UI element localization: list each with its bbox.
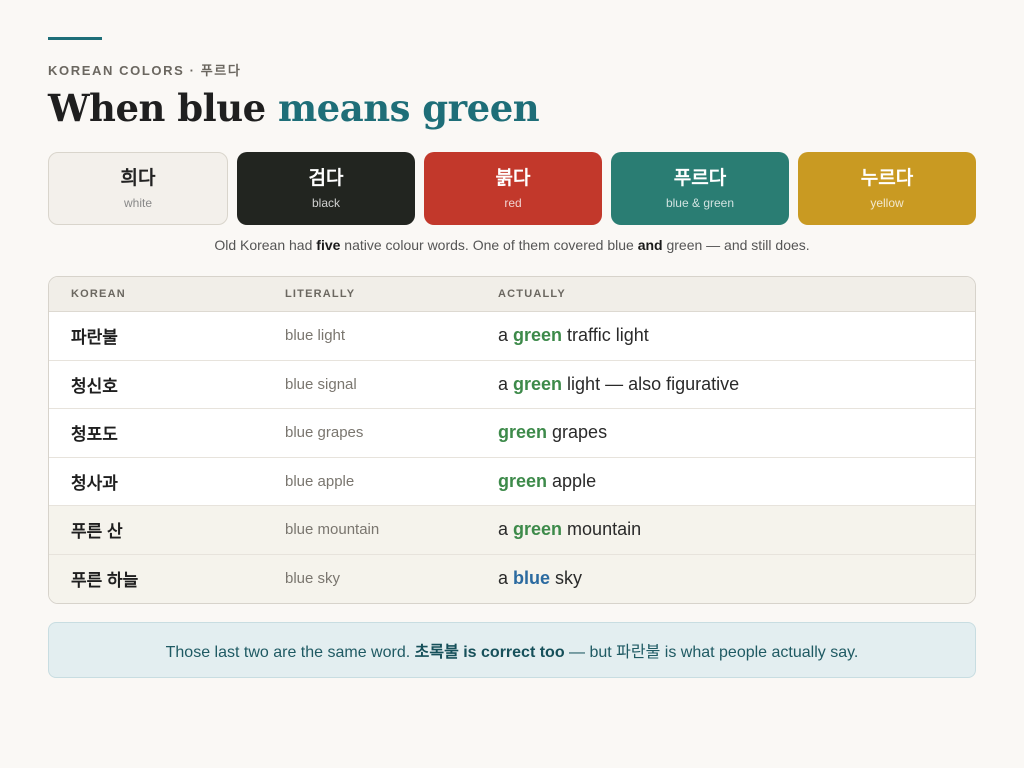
color-swatches: 희다 white 검다 black 붉다 red 푸르다 blue & gree… bbox=[48, 152, 976, 225]
swatch-english: black bbox=[311, 196, 340, 210]
actual-pre: a bbox=[498, 373, 514, 394]
literal-meaning: blue mountain bbox=[285, 521, 380, 539]
actual-meaning: green apple bbox=[498, 471, 975, 492]
korean-term: 푸른 산 bbox=[71, 522, 123, 542]
swatch-blue-green: 푸르다 blue & green bbox=[611, 152, 789, 225]
kicker: KOREAN COLORS · 푸르다 bbox=[48, 63, 242, 78]
table-row: 푸른 하늘 blue sky a blue sky bbox=[49, 554, 975, 603]
table-body: 파란불 blue light a green traffic light 청신호 blu… bbox=[49, 312, 975, 603]
color-word: green bbox=[513, 519, 563, 540]
korean-term: 청신호 bbox=[71, 376, 118, 396]
table-row: 파란불 blue light a green traffic light bbox=[49, 312, 975, 361]
color-word: green bbox=[513, 325, 563, 346]
color-word: green bbox=[498, 422, 548, 443]
swatch-korean: 검다 bbox=[308, 168, 344, 189]
table-header: KOREAN LITERALLY ACTUALLY bbox=[49, 277, 975, 312]
caption-text: Old Korean had bbox=[214, 237, 317, 253]
swatch-english: blue & green bbox=[665, 196, 735, 210]
actual-pre: a bbox=[498, 568, 514, 589]
literal-meaning: blue signal bbox=[285, 375, 357, 393]
column-header-korean: KOREAN bbox=[71, 288, 126, 300]
note-text: — but 파란불 is what people actually say. bbox=[564, 644, 859, 661]
swatch-english: red bbox=[504, 196, 522, 210]
color-word: green bbox=[498, 470, 548, 491]
accent-rule bbox=[48, 37, 102, 40]
literal-meaning: blue grapes bbox=[285, 424, 364, 442]
actual-meaning: a green light — also figurative bbox=[498, 374, 975, 395]
footnote-callout: Those last two are the same word. 초록불 is… bbox=[48, 622, 976, 678]
swatch-white: 희다 white bbox=[48, 152, 228, 225]
table-row: 푸른 산 blue mountain a green mountain bbox=[49, 506, 975, 555]
korean-term: 청포도 bbox=[71, 425, 118, 445]
korean-term: 푸른 하늘 bbox=[71, 571, 139, 591]
swatch-korean: 푸르다 bbox=[673, 168, 727, 189]
korean-term: 파란불 bbox=[71, 328, 118, 348]
actual-post: light — also figurative bbox=[562, 373, 740, 394]
caption-text: native colour words. One of them covered… bbox=[340, 237, 638, 253]
column-header-actually: ACTUALLY bbox=[498, 288, 566, 300]
actual-pre: a bbox=[498, 519, 514, 540]
swatch-english: yellow bbox=[870, 196, 904, 210]
actual-post: apple bbox=[547, 470, 597, 491]
literal-meaning: blue apple bbox=[285, 472, 355, 490]
actual-pre: a bbox=[498, 325, 514, 346]
caption-emphasis: and bbox=[637, 237, 663, 253]
swatch-korean: 붉다 bbox=[495, 168, 531, 189]
title-plain: When blue bbox=[48, 86, 279, 130]
actual-post: traffic light bbox=[562, 325, 649, 346]
color-word: blue bbox=[513, 568, 551, 589]
color-word: green bbox=[513, 373, 563, 394]
page-title: When blue means green bbox=[48, 86, 540, 130]
table-row: 청사과 blue apple green apple bbox=[49, 458, 975, 506]
swatch-korean: 누르다 bbox=[860, 168, 914, 189]
note-text: Those last two are the same word. bbox=[165, 644, 415, 661]
caption-emphasis: five bbox=[316, 237, 341, 253]
note-emphasis: 초록불 is correct too bbox=[414, 644, 565, 661]
actual-meaning: a green traffic light bbox=[498, 325, 975, 346]
actual-meaning: a green mountain bbox=[498, 519, 975, 540]
title-accent: means green bbox=[278, 86, 540, 130]
actual-meaning: a blue sky bbox=[498, 568, 975, 589]
column-header-literally: LITERALLY bbox=[285, 288, 356, 300]
table-row: 청신호 blue signal a green light — also figur… bbox=[49, 361, 975, 409]
actual-meaning: green grapes bbox=[498, 422, 975, 443]
swatch-red: 붉다 red bbox=[424, 152, 602, 225]
caption-text: green — and still does. bbox=[662, 237, 810, 253]
vocab-table: KOREAN LITERALLY ACTUALLY 파란불 blue light a… bbox=[48, 276, 976, 604]
literal-meaning: blue light bbox=[285, 327, 346, 345]
swatch-korean: 희다 bbox=[120, 168, 156, 189]
table-row: 청포도 blue grapes green grapes bbox=[49, 409, 975, 458]
swatch-black: 검다 black bbox=[237, 152, 415, 225]
korean-term: 청사과 bbox=[71, 473, 118, 493]
actual-post: sky bbox=[550, 568, 583, 589]
swatch-english: white bbox=[123, 196, 152, 210]
actual-post: mountain bbox=[562, 519, 642, 540]
literal-meaning: blue sky bbox=[285, 570, 341, 588]
actual-post: grapes bbox=[547, 422, 608, 443]
swatch-yellow: 누르다 yellow bbox=[798, 152, 976, 225]
swatch-caption: Old Korean had five native colour words.… bbox=[48, 237, 976, 253]
